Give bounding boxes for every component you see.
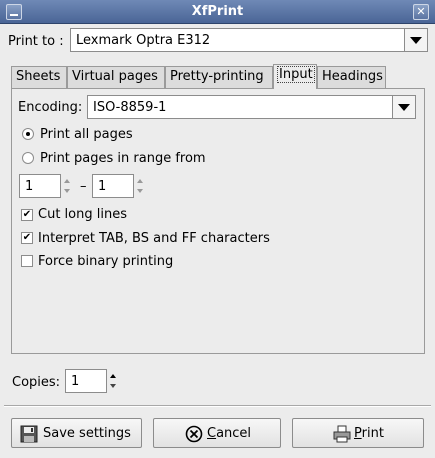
floppy-disk-icon [20,425,38,443]
chevron-down-icon[interactable] [392,96,415,118]
interpret-checkbox[interactable] [21,232,33,244]
title-bar: XfPrint ✕ [0,0,435,24]
print-button[interactable]: Print [292,418,424,448]
range-separator: – [80,179,87,194]
save-settings-button[interactable]: Save settings [11,418,142,448]
cancel-button[interactable]: Cancel [153,418,281,448]
window-title: XfPrint [191,4,244,19]
close-icon[interactable]: ✕ [413,4,429,20]
copies-stepper[interactable] [109,369,119,393]
arrow-down-icon[interactable] [110,384,116,388]
range-from-field[interactable]: 1 [19,174,61,198]
interpret-label[interactable]: Interpret TAB, BS and FF characters [38,231,270,246]
cancel-circle-icon [185,425,203,443]
tab-sheets[interactable]: Sheets [11,66,67,88]
cut-long-lines-checkbox[interactable] [21,209,33,221]
tab-headings[interactable]: Headings [317,66,386,88]
print-all-label[interactable]: Print all pages [40,127,133,142]
print-to-label: Print to : [8,34,64,49]
arrow-down-icon[interactable] [64,189,70,193]
range-to-stepper[interactable] [136,174,146,198]
range-from-stepper[interactable] [63,174,73,198]
separator [4,405,431,407]
copies-label: Copies: [12,375,61,390]
tab-virtual-pages[interactable]: Virtual pages [67,66,165,88]
printer-select[interactable]: Lexmark Optra E312 [70,28,428,52]
arrow-down-icon[interactable] [137,189,143,193]
print-all-radio[interactable] [22,128,34,140]
range-to-field[interactable]: 1 [92,174,134,198]
cut-long-lines-label[interactable]: Cut long lines [38,207,127,222]
force-binary-checkbox[interactable] [21,255,33,267]
arrow-up-icon[interactable] [137,179,143,183]
force-binary-label[interactable]: Force binary printing [38,254,173,269]
print-range-radio[interactable] [22,152,34,164]
tab-pretty-printing[interactable]: Pretty-printing [165,66,273,88]
encoding-value: ISO-8859-1 [93,100,167,115]
arrow-up-icon[interactable] [64,179,70,183]
printer-icon [333,425,351,443]
arrow-up-icon[interactable] [110,374,116,378]
encoding-select[interactable]: ISO-8859-1 [87,95,416,119]
chevron-down-icon[interactable] [404,29,427,51]
tab-input[interactable]: Input [273,64,317,89]
printer-value: Lexmark Optra E312 [76,33,211,48]
print-range-label[interactable]: Print pages in range from [40,151,206,166]
copies-field[interactable]: 1 [65,369,107,393]
encoding-label: Encoding: [18,100,83,115]
